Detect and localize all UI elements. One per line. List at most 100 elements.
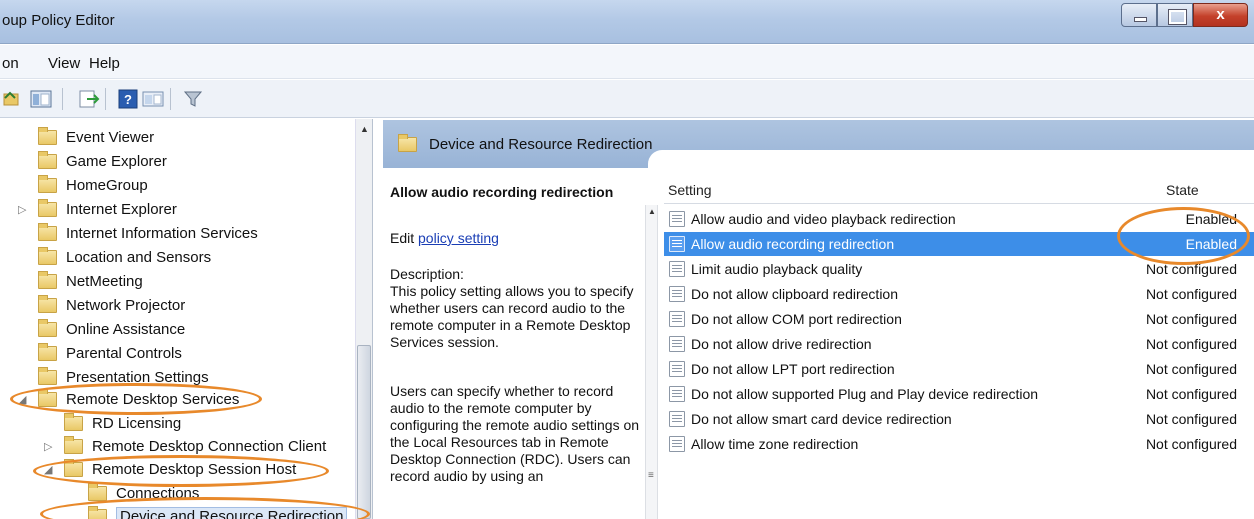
help-icon[interactable]: ? xyxy=(117,88,139,110)
folder-icon xyxy=(64,412,83,431)
tree-item[interactable]: Connections xyxy=(88,481,199,505)
folder-icon xyxy=(38,222,57,241)
settings-row[interactable]: Do not allow clipboard redirection Not co… xyxy=(664,282,1254,306)
scroll-grip-icon: ≡ xyxy=(648,470,654,481)
collapse-arrow-icon[interactable]: ◢ xyxy=(18,393,26,406)
extended-view-icon[interactable] xyxy=(142,88,164,110)
menu-action[interactable]: on xyxy=(2,55,19,72)
settings-row[interactable]: Do not allow COM port redirection Not con… xyxy=(664,307,1254,331)
tree-item[interactable]: Internet Information Services xyxy=(38,221,258,245)
tree-item[interactable]: Location and Sensors xyxy=(38,245,211,269)
tree-item[interactable]: HomeGroup xyxy=(38,173,148,197)
policy-setting-icon xyxy=(669,336,685,352)
folder-icon xyxy=(38,270,57,289)
policy-setting-icon xyxy=(669,261,685,277)
tree-item[interactable]: Parental Controls xyxy=(38,341,182,365)
setting-name: Do not allow drive redirection xyxy=(691,336,872,352)
settings-row[interactable]: Allow audio recording redirection Enabled xyxy=(664,232,1254,256)
setting-name: Allow audio recording redirection xyxy=(691,236,895,252)
settings-row[interactable]: Do not allow drive redirection Not config… xyxy=(664,332,1254,356)
export-list-icon[interactable] xyxy=(78,88,100,110)
close-button[interactable]: x xyxy=(1193,3,1248,27)
filter-icon[interactable] xyxy=(182,88,204,110)
menu-view[interactable]: View xyxy=(48,55,80,72)
close-icon: x xyxy=(1216,6,1225,23)
tree-item[interactable]: Event Viewer xyxy=(38,125,154,149)
tree-item[interactable]: Remote Desktop Services xyxy=(38,387,239,411)
settings-row[interactable]: Limit audio playback quality Not configur… xyxy=(664,257,1254,281)
folder-icon xyxy=(88,505,107,519)
pane-splitter[interactable] xyxy=(657,205,664,519)
policy-setting-icon xyxy=(669,411,685,427)
folder-icon xyxy=(38,388,57,407)
menu-help[interactable]: Help xyxy=(89,55,120,72)
settings-row[interactable]: Do not allow smart card device redirecti… xyxy=(664,407,1254,431)
setting-name: Do not allow COM port redirection xyxy=(691,311,902,327)
details-header-title: Device and Resource Redirection xyxy=(429,136,653,153)
policy-setting-icon xyxy=(669,436,685,452)
tree-item[interactable]: Device and Resource Redirection xyxy=(88,504,348,519)
edit-policy-line: Edit policy setting xyxy=(390,230,499,247)
tree-item[interactable]: Presentation Settings xyxy=(38,365,209,389)
expand-arrow-icon[interactable]: ▷ xyxy=(44,440,52,453)
tree-item-label: Presentation Settings xyxy=(66,368,209,386)
setting-state: Enabled xyxy=(1185,236,1237,252)
show-hide-tree-icon[interactable] xyxy=(30,88,52,110)
setting-name: Allow audio and video playback redirecti… xyxy=(691,211,956,227)
tree-item-label: NetMeeting xyxy=(66,272,143,290)
list-tab-edge xyxy=(648,150,1254,172)
tree-item[interactable]: NetMeeting xyxy=(38,269,143,293)
maximize-button[interactable] xyxy=(1157,3,1193,27)
tree-item-label: Remote Desktop Services xyxy=(66,390,240,408)
tree-item-label: Online Assistance xyxy=(66,320,186,338)
tree-item-label: Game Explorer xyxy=(66,152,167,170)
setting-state: Enabled xyxy=(1185,211,1237,227)
minimize-button[interactable] xyxy=(1121,3,1157,27)
tree-item[interactable]: Remote Desktop Session Host xyxy=(64,457,296,481)
scroll-up-icon[interactable]: ▲ xyxy=(360,124,369,134)
tree-item-label: Network Projector xyxy=(66,296,186,314)
tree-item[interactable]: Game Explorer xyxy=(38,149,167,173)
tree-item-label: Device and Resource Redirection xyxy=(116,506,348,519)
column-header-state[interactable]: State xyxy=(1166,182,1199,198)
description-text-continued: Users can specify whether to record audi… xyxy=(390,383,640,484)
description-text: This policy setting allows you to specif… xyxy=(390,283,634,350)
setting-state: Not configured xyxy=(1145,361,1237,377)
description-scrollbar[interactable]: ▲ ≡ xyxy=(645,205,657,519)
column-header-setting[interactable]: Setting xyxy=(668,182,712,198)
up-folder-icon[interactable] xyxy=(2,88,24,110)
folder-icon xyxy=(398,134,417,152)
settings-row[interactable]: Do not allow supported Plug and Play dev… xyxy=(664,382,1254,406)
folder-icon xyxy=(38,174,57,193)
setting-name: Do not allow clipboard redirection xyxy=(691,286,898,302)
setting-name: Allow time zone redirection xyxy=(691,436,859,452)
tree-item[interactable]: Internet Explorer xyxy=(38,197,177,221)
toolbar-separator xyxy=(105,88,106,110)
folder-icon xyxy=(38,150,57,169)
settings-list-header: Setting State xyxy=(664,176,1254,204)
scroll-up-icon[interactable]: ▲ xyxy=(648,207,656,216)
tree-item[interactable]: Online Assistance xyxy=(38,317,185,341)
folder-icon xyxy=(64,458,83,477)
setting-state: Not configured xyxy=(1145,311,1237,327)
setting-state: Not configured xyxy=(1145,411,1237,427)
tree-item[interactable]: RD Licensing xyxy=(64,411,181,435)
settings-row[interactable]: Do not allow LPT port redirection Not con… xyxy=(664,357,1254,381)
policy-title: Allow audio recording redirection xyxy=(390,184,614,200)
settings-row[interactable]: Allow audio and video playback redirecti… xyxy=(664,207,1254,231)
policy-setting-icon xyxy=(669,386,685,402)
edit-policy-link[interactable]: policy setting xyxy=(418,230,499,246)
tree-item[interactable]: Remote Desktop Connection Client xyxy=(64,434,326,458)
tree-item-label: Event Viewer xyxy=(66,128,155,146)
settings-row[interactable]: Allow time zone redirection Not configure… xyxy=(664,432,1254,456)
collapse-arrow-icon[interactable]: ◢ xyxy=(44,463,52,476)
tree-item[interactable]: Network Projector xyxy=(38,293,185,317)
window-title: oup Policy Editor xyxy=(2,12,115,29)
tree-item-label: RD Licensing xyxy=(92,414,182,432)
tree-scrollbar-thumb[interactable] xyxy=(357,345,371,519)
expand-arrow-icon[interactable]: ▷ xyxy=(18,203,26,216)
policy-setting-icon xyxy=(669,286,685,302)
folder-icon xyxy=(38,366,57,385)
tree-item-label: Internet Information Services xyxy=(66,224,258,242)
title-bar: oup Policy Editor x xyxy=(0,0,1254,44)
